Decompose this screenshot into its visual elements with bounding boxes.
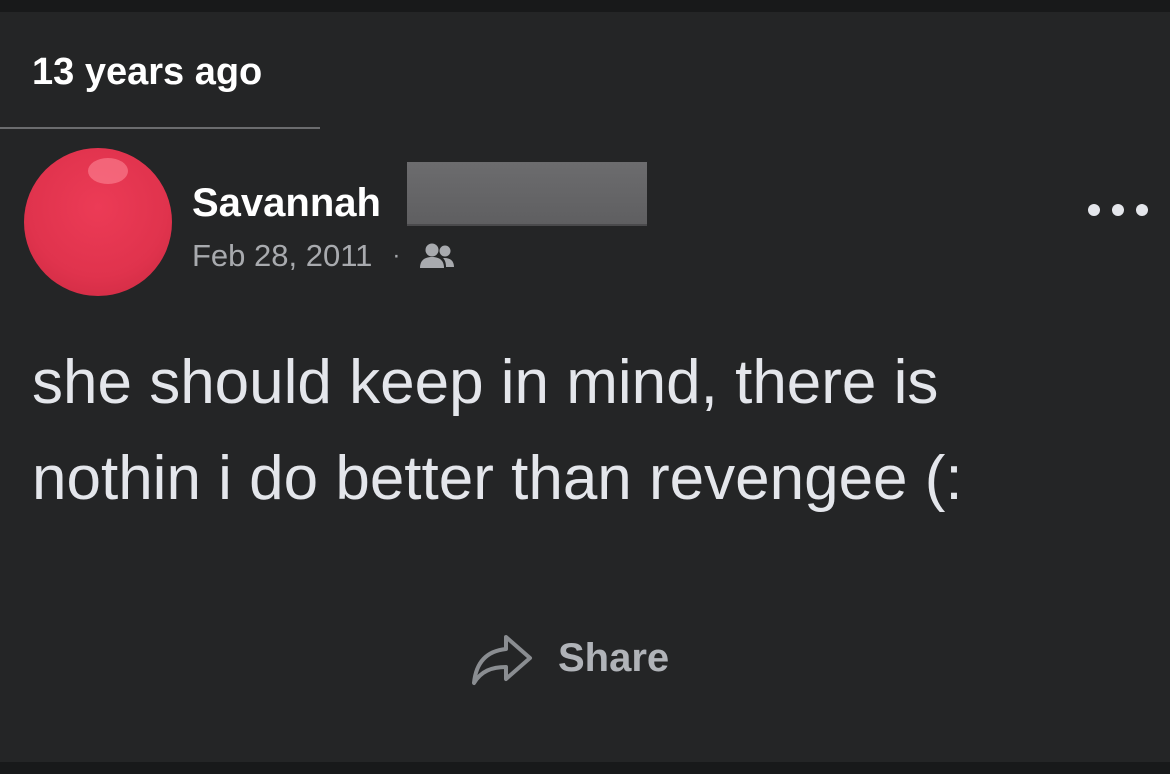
avatar-highlight	[88, 158, 128, 184]
share-label: Share	[558, 636, 670, 680]
author-avatar[interactable]	[24, 148, 172, 296]
share-arrow-icon	[472, 635, 532, 685]
friends-icon	[420, 243, 455, 268]
more-dot	[1088, 204, 1100, 216]
share-button[interactable]: Share	[470, 626, 669, 690]
more-dot	[1136, 204, 1148, 216]
name-redaction	[407, 162, 647, 226]
more-options-button[interactable]	[1088, 198, 1148, 222]
meta-separator: ·	[392, 242, 401, 269]
memory-label: 13 years ago	[32, 51, 263, 93]
more-dot	[1112, 204, 1124, 216]
post-date[interactable]: Feb 28, 2011	[192, 238, 372, 274]
post-text: she should keep in mind, there is nothin…	[32, 348, 963, 513]
memory-card: 13 years ago Savannah Feb 28, 2011 · she…	[0, 12, 1170, 762]
memory-header: 13 years ago	[0, 12, 320, 129]
post-meta: Feb 28, 2011 ·	[192, 238, 456, 274]
author-name[interactable]: Savannah	[192, 180, 381, 226]
